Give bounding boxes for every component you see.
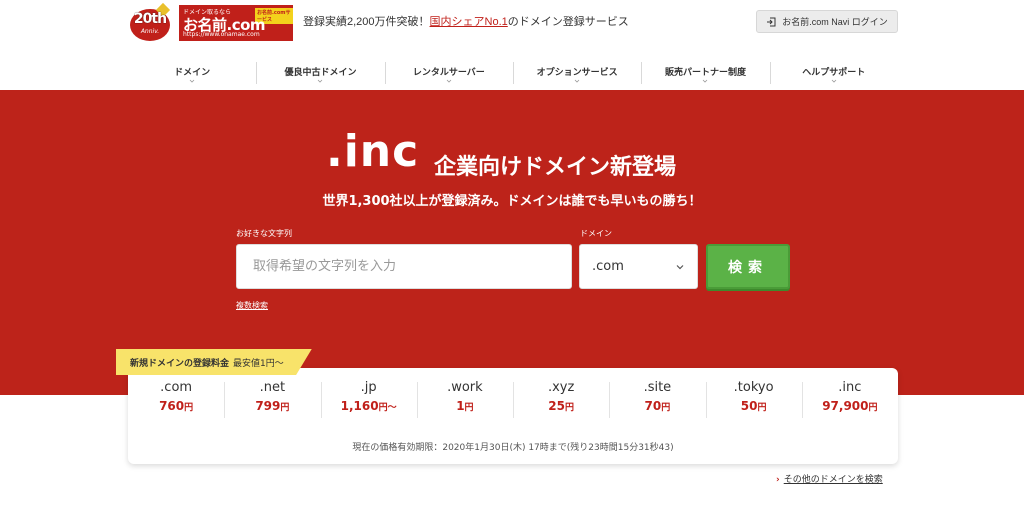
onamae-logo[interactable]: ドメイン取るなら お名前.comサービス お名前.com https://www… [179,5,293,41]
navi-login-label: お名前.com Navi ログイン [782,17,888,27]
tld-select-label: ドメイン [580,229,612,238]
nav-item-used-domain[interactable]: 優良中古ドメイン [256,56,384,88]
chevron-down-icon [446,79,452,83]
price-item[interactable]: .site 70円 [609,378,705,424]
other-domains-link[interactable]: › その他のドメインを検索 [776,472,883,485]
tld-price: 25円 [513,399,609,413]
chevron-down-icon [574,79,580,83]
nav-item-label: ヘルプサポート [802,68,866,78]
header-tagline: 登録実績2,200万件突破！国内シェアNo.1のドメイン登録サービス [303,13,629,29]
hero-subtitle: 世界1,300社以上が登録済み。ドメインは誰でも早いもの勝ち！ [322,194,702,209]
price-value: 760 [159,399,185,413]
tld-price: 1,160円〜 [321,399,417,413]
price-unit: 円 [564,403,574,413]
price-value: 799 [255,399,281,413]
tld-name: .site [643,380,672,395]
anniversary-sub: Anniv. [140,28,160,35]
nav-item-help[interactable]: ヘルプサポート [769,56,898,88]
price-list: .com 760円 .net 799円 .jp 1,160円〜 .work 1円… [128,378,898,424]
tld-selected-value: .com [592,259,624,274]
tld-name: .work [447,380,483,395]
nav-item-label: 優良中古ドメイン [284,68,357,78]
tld-name: .jp [360,380,377,395]
price-value: 97,900 [822,399,869,413]
chevron-down-icon [318,79,323,83]
hero-title: 企業向けドメイン新登場 [434,155,677,180]
price-unit: 円 [280,403,290,413]
tld-price: 70円 [609,399,705,413]
logo-url: https://www.onamae.com [183,31,260,38]
tld-name: .tokyo [733,380,774,395]
price-value: 70 [644,399,662,413]
login-icon [767,17,776,26]
nav-item-label: オプションサービス [536,68,618,78]
price-card: .com 760円 .net 799円 .jp 1,160円〜 .work 1円… [128,368,898,464]
price-ribbon-sub: 最安値1円〜 [233,358,284,369]
inc-logo: .inc [326,126,420,177]
price-item[interactable]: .net 799円 [224,378,320,424]
nav-item-label: ドメイン [174,68,211,78]
domain-search-input[interactable] [236,244,572,289]
chevron-down-icon [831,79,837,83]
nav-item-option-service[interactable]: オプションサービス [512,56,641,88]
chevron-down-icon [189,79,195,83]
chevron-down-icon [703,79,708,83]
price-value: 25 [548,399,565,413]
price-item[interactable]: .tokyo 50円 [705,378,802,424]
tld-select[interactable]: .com [579,244,698,289]
tld-price: 50円 [706,399,802,413]
tagline-suffix: のドメイン登録サービス [507,16,629,28]
navi-login-button[interactable]: お名前.com Navi ログイン [756,10,898,33]
tld-name: .xyz [547,380,575,395]
price-unit: 円 [184,403,194,413]
tld-name: .inc [838,380,862,395]
price-value: 1 [456,399,465,413]
tld-price: 1円 [417,399,513,413]
site-header: 20th Anniv. ドメイン取るなら お名前.comサービス お名前.com… [0,0,1024,45]
price-validity-note: 現在の価格有効期限：2020年1月30日(木) 17時まで(残り23時間15分3… [352,443,674,453]
price-item[interactable]: .jp 1,160円〜 [320,378,417,424]
multi-search-link[interactable]: 複数検索 [236,300,268,311]
nav-item-partner[interactable]: 販売パートナー制度 [641,56,769,88]
price-ribbon-title: 新規ドメインの登録料金 [130,358,230,369]
tld-price: 760円 [128,399,224,413]
price-unit: 円〜 [378,403,397,413]
tld-price: 799円 [224,399,320,413]
tld-name: .net [259,380,286,395]
search-input-label: お好きな文字列 [236,229,292,238]
market-share-link[interactable]: 国内シェアNo.1 [430,16,508,28]
price-unit: 円 [868,403,878,413]
other-domains-label: その他のドメインを検索 [783,475,883,485]
nav-item-domain[interactable]: ドメイン [128,56,256,88]
chevron-down-icon [676,264,684,269]
search-button[interactable]: 検索 [706,244,790,289]
price-unit: 円 [661,403,671,413]
price-unit: 円 [464,403,474,413]
tld-price: 97,900円 [802,399,898,413]
chevron-right-icon: › [776,475,780,485]
price-ribbon: 新規ドメインの登録料金 最安値1円〜 [116,349,312,375]
price-item[interactable]: .work 1円 [416,378,513,424]
main-nav: ドメイン 優良中古ドメイン レンタルサーバー オプションサービス 販売パートナー… [128,56,898,88]
tagline-prefix: 登録実績2,200万件突破！ [303,16,430,28]
price-item[interactable]: .com 760円 [128,378,224,424]
nav-item-rental-server[interactable]: レンタルサーバー [384,56,513,88]
price-item[interactable]: .xyz 25円 [513,378,609,424]
price-item[interactable]: .inc 97,900円 [801,378,898,424]
nav-item-label: 販売パートナー制度 [664,68,746,78]
anniversary-number: 20th [133,11,167,27]
anniversary-logo: 20th Anniv. [128,2,172,43]
nav-item-label: レンタルサーバー [412,68,485,78]
tld-name: .com [160,380,193,395]
price-value: 1,160 [340,399,379,413]
price-unit: 円 [757,403,767,413]
price-value: 50 [740,399,758,413]
